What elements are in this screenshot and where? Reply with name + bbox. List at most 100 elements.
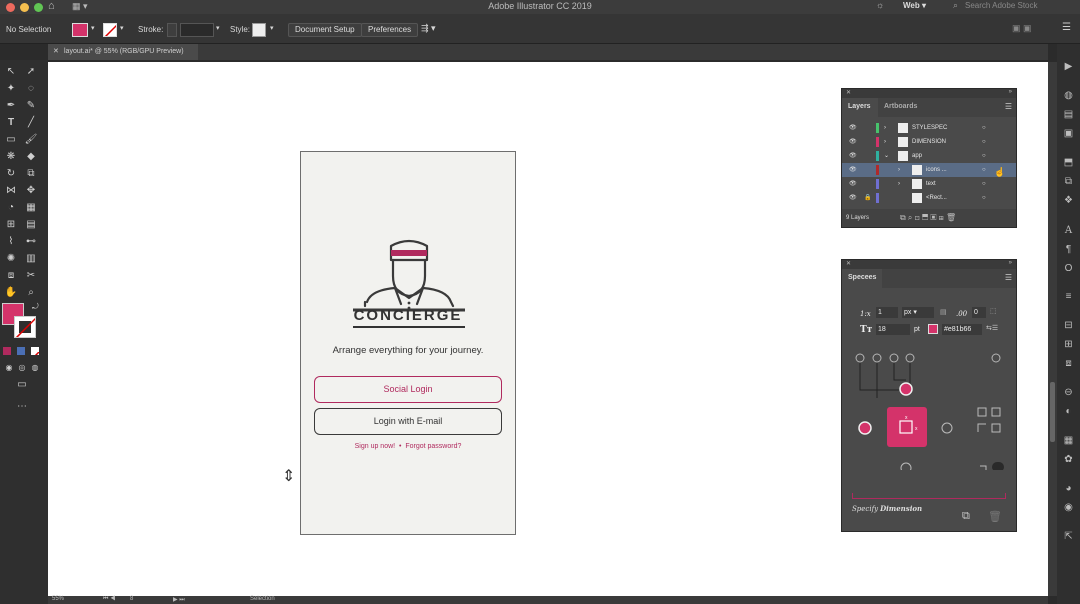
vertical-scrollbar[interactable] (1048, 62, 1057, 596)
layer-row[interactable]: 👁 🔒 <Rect... ○ (842, 191, 1016, 205)
lasso-tool-icon[interactable]: ◌ (24, 82, 38, 96)
chevron-down-icon[interactable]: ▾ (120, 24, 124, 32)
eye-icon[interactable]: 👁 (849, 149, 857, 163)
scale-input[interactable]: 1 (876, 307, 898, 318)
panel-toggle-icon[interactable]: ▣ ▣ (1012, 23, 1032, 34)
stroke-weight-stepper[interactable] (167, 23, 177, 37)
transform-icon[interactable]: ⊞ (1062, 338, 1075, 351)
spec-color-swatch[interactable] (928, 324, 938, 334)
chevron-right-icon[interactable]: › (898, 163, 900, 177)
stock-search-input[interactable]: Search Adobe Stock (965, 1, 1038, 10)
document-setup-button[interactable]: Document Setup (288, 23, 362, 37)
chevron-right-icon[interactable]: › (884, 135, 886, 149)
layer-actions-icons[interactable]: ⧉ ⌕ ⊡ ⬒ ▣ ⊞ 🗑 (900, 209, 956, 227)
align-panel-icon[interactable]: ⊟ (1062, 319, 1075, 332)
shaper-tool-icon[interactable]: ❋ (4, 150, 18, 164)
fill-swatch[interactable] (72, 23, 88, 37)
gradient-mode-button[interactable] (17, 347, 25, 355)
width-tool-icon[interactable]: ⋈ (4, 184, 18, 198)
target-icon[interactable]: ○ (982, 191, 986, 205)
target-icon[interactable]: ○ (982, 135, 986, 149)
stroke-weight-input[interactable] (180, 23, 214, 37)
trash-icon[interactable]: 🗑 (988, 510, 1002, 523)
chevron-down-icon[interactable]: ⌄ (884, 149, 889, 163)
target-icon[interactable]: ○ (982, 121, 986, 135)
draw-behind-icon[interactable]: ◍ (28, 361, 42, 375)
chevron-down-icon[interactable]: ▾ (270, 24, 274, 32)
swap-colors-icon[interactable]: ⤾ (32, 302, 39, 312)
symbol-sprayer-tool-icon[interactable]: ✺ (4, 252, 18, 266)
preferences-button[interactable]: Preferences (361, 23, 419, 37)
collapse-icon[interactable]: » (1009, 89, 1012, 95)
libraries-icon[interactable]: ▤ (1062, 108, 1075, 121)
column-graph-tool-icon[interactable]: ▥ (24, 252, 38, 266)
curvature-tool-icon[interactable]: ✎ (24, 99, 38, 113)
scroll-thumb[interactable] (1050, 382, 1055, 442)
tab-layers[interactable]: Layers (842, 98, 878, 117)
layer-row[interactable]: 👁 › text ○ (842, 177, 1016, 191)
email-login-button[interactable]: Login with E-mail (314, 408, 502, 435)
layer-row[interactable]: 👁 › DIMENSION ○ (842, 135, 1016, 149)
signup-link[interactable]: Sign up now! (355, 443, 395, 450)
hand-tool-icon[interactable]: ✋ (4, 286, 18, 300)
layer-row-selected[interactable]: 👁 › icons ... ○ ☝ (842, 163, 1016, 177)
stroke-swatch[interactable] (103, 23, 117, 37)
gradient-panel-icon[interactable]: ◐ (1062, 405, 1075, 418)
chevron-down-icon[interactable]: ▾ (91, 24, 95, 32)
snap-icon[interactable]: ⬚ (990, 307, 997, 315)
close-icon[interactable]: ✕ (53, 44, 59, 60)
target-icon[interactable]: ○ (982, 149, 986, 163)
panel-menu-icon[interactable]: ☰ (1005, 273, 1012, 282)
target-icon[interactable]: ○ (982, 163, 986, 177)
blend-tool-icon[interactable]: ⊷ (24, 235, 38, 249)
stroke-color-box[interactable] (14, 316, 36, 338)
paragraph-icon[interactable]: ¶ (1062, 243, 1075, 256)
artboard-tool-icon[interactable]: ⧈ (4, 269, 18, 283)
social-login-button[interactable]: Social Login (314, 376, 502, 403)
asset-export-icon[interactable]: ⬒ (1062, 156, 1075, 169)
line-tool-icon[interactable]: ╱ (24, 116, 38, 130)
artboard-nav-icon[interactable]: ⏮ ◀ (103, 596, 115, 603)
gradient-tool-icon[interactable]: ▤ (24, 218, 38, 232)
eye-icon[interactable]: 👁 (849, 121, 857, 135)
align-icon[interactable]: ⇆☰ (986, 324, 998, 332)
layer-row[interactable]: 👁 › STYLESPEC ○ (842, 121, 1016, 135)
document-tab[interactable]: ✕ layout.ai* @ 55% (RGB/GPU Preview) (48, 44, 198, 60)
rectangle-tool-icon[interactable]: ▭ (4, 133, 18, 147)
eye-icon[interactable]: 👁 (849, 135, 857, 149)
eye-icon[interactable]: 👁 (849, 177, 857, 191)
type-tool-icon[interactable]: T (4, 116, 18, 130)
zoom-level[interactable]: 55% (52, 596, 64, 602)
tab-specees[interactable]: Specees (842, 269, 882, 288)
screen-mode-icon[interactable]: ▭ (15, 378, 29, 392)
artboard[interactable]: CONCIERGE Arrange everything for your jo… (300, 151, 516, 535)
add-dimension-icon[interactable]: ⧉ (962, 510, 970, 523)
panel-menu-icon[interactable]: ☰ (1005, 102, 1012, 111)
close-icon[interactable]: ✕ (846, 260, 851, 267)
eyedropper-tool-icon[interactable]: ⌇ (4, 235, 18, 249)
magic-wand-tool-icon[interactable]: ✦ (4, 82, 18, 96)
shape-builder-tool-icon[interactable]: ◔ (4, 201, 18, 215)
slice-tool-icon[interactable]: ✂ (24, 269, 38, 283)
color-guide-icon[interactable]: ◕ (1062, 482, 1075, 495)
selection-tool-icon[interactable]: ↖ (4, 65, 18, 79)
draw-mode-icon[interactable]: ◉ (2, 361, 16, 375)
tab-artboards[interactable]: Artboards (884, 103, 917, 110)
chevron-right-icon[interactable]: › (884, 121, 886, 135)
none-mode-button[interactable] (31, 347, 39, 355)
rotate-tool-icon[interactable]: ↻ (4, 167, 18, 181)
direct-selection-tool-icon[interactable]: ➚ (24, 65, 38, 79)
stroke-panel-icon[interactable]: ≡ (1062, 290, 1075, 303)
paintbrush-tool-icon[interactable]: 🖌 (24, 133, 38, 147)
play-icon[interactable]: ▶ (1062, 60, 1075, 73)
chevron-right-icon[interactable]: › (898, 177, 900, 191)
character-icon[interactable]: A (1062, 224, 1075, 237)
artboard-number[interactable]: 8 (130, 596, 133, 602)
color-panel-icon[interactable]: ◉ (1062, 501, 1075, 514)
opentype-icon[interactable]: O (1062, 262, 1075, 275)
lock-icon[interactable]: 🔒 (864, 191, 871, 205)
layer-row[interactable]: 👁 ⌄ app ○ (842, 149, 1016, 163)
appearance-icon[interactable]: ◍ (1062, 89, 1075, 102)
arrange-icon[interactable]: ⇶ ▾ (421, 23, 436, 34)
lightbulb-icon[interactable]: ☼ (876, 0, 884, 10)
